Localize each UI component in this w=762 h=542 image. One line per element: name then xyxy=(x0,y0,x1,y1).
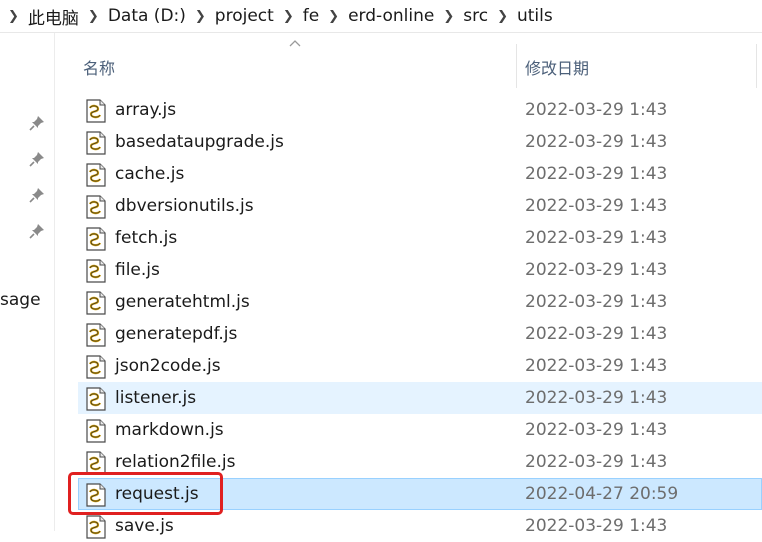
breadcrumb-fe[interactable]: fe xyxy=(303,6,319,26)
file-row[interactable]: markdown.js 2022-03-29 1:43 xyxy=(78,414,762,446)
js-file-icon xyxy=(86,195,106,219)
chevron-right-icon[interactable]: ❯ xyxy=(195,9,206,24)
file-modified-date: 2022-03-29 1:43 xyxy=(525,228,668,248)
file-row[interactable]: generatepdf.js 2022-03-29 1:43 xyxy=(78,318,762,350)
js-file-icon xyxy=(86,483,106,507)
column-name-header[interactable]: 名称 xyxy=(83,55,115,79)
pin-icon[interactable] xyxy=(28,114,46,132)
js-file-icon xyxy=(86,387,106,411)
file-name: save.js xyxy=(115,516,174,536)
js-file-icon xyxy=(86,355,106,379)
pin-icon[interactable] xyxy=(28,150,46,168)
pin-icon[interactable] xyxy=(28,222,46,240)
file-row[interactable]: save.js 2022-03-29 1:43 xyxy=(78,510,762,542)
column-header: 名称 修改日期 xyxy=(56,38,762,90)
file-modified-date: 2022-03-29 1:43 xyxy=(525,452,668,472)
js-file-icon xyxy=(86,451,106,475)
file-row[interactable]: file.js 2022-03-29 1:43 xyxy=(78,254,762,286)
js-file-icon xyxy=(86,323,106,347)
file-name: json2code.js xyxy=(115,356,221,376)
file-row[interactable]: json2code.js 2022-03-29 1:43 xyxy=(78,350,762,382)
js-file-icon xyxy=(86,259,106,283)
file-modified-date: 2022-03-29 1:43 xyxy=(525,516,668,536)
file-row[interactable]: generatehtml.js 2022-03-29 1:43 xyxy=(78,286,762,318)
file-row[interactable]: fetch.js 2022-03-29 1:43 xyxy=(78,222,762,254)
chevron-right-icon[interactable]: ❯ xyxy=(283,9,294,24)
file-name: generatepdf.js xyxy=(115,324,238,344)
file-name: relation2file.js xyxy=(115,452,236,472)
file-name: cache.js xyxy=(115,164,185,184)
file-name: generatehtml.js xyxy=(115,292,250,312)
js-file-icon xyxy=(86,227,106,251)
file-name: array.js xyxy=(115,100,177,120)
js-file-icon xyxy=(86,99,106,123)
js-file-icon xyxy=(86,515,106,539)
js-file-icon xyxy=(86,131,106,155)
chevron-right-icon[interactable]: ❯ xyxy=(88,9,99,24)
file-row[interactable]: request.js 2022-04-27 20:59 xyxy=(78,478,762,510)
file-modified-date: 2022-03-29 1:43 xyxy=(525,164,668,184)
file-modified-date: 2022-04-27 20:59 xyxy=(525,484,679,504)
breadcrumb-utils[interactable]: utils xyxy=(517,6,553,26)
file-modified-date: 2022-03-29 1:43 xyxy=(525,420,668,440)
chevron-right-icon[interactable]: ❯ xyxy=(328,9,339,24)
js-file-icon xyxy=(86,163,106,187)
nav-item-label[interactable]: sage xyxy=(0,290,41,310)
file-modified-date: 2022-03-29 1:43 xyxy=(525,260,668,280)
file-name: file.js xyxy=(115,260,160,280)
file-modified-date: 2022-03-29 1:43 xyxy=(525,196,668,216)
breadcrumb-project[interactable]: project xyxy=(215,6,274,26)
breadcrumb-erd-online[interactable]: erd-online xyxy=(348,6,434,26)
file-row[interactable]: cache.js 2022-03-29 1:43 xyxy=(78,158,762,190)
js-file-icon xyxy=(86,419,106,443)
js-file-icon xyxy=(86,291,106,315)
file-name: fetch.js xyxy=(115,228,178,248)
file-name: dbversionutils.js xyxy=(115,196,254,216)
file-name: basedataupgrade.js xyxy=(115,132,284,152)
file-row[interactable]: relation2file.js 2022-03-29 1:43 xyxy=(78,446,762,478)
file-row[interactable]: array.js 2022-03-29 1:43 xyxy=(78,94,762,126)
file-modified-date: 2022-03-29 1:43 xyxy=(525,132,668,152)
file-row[interactable]: listener.js 2022-03-29 1:43 xyxy=(78,382,762,414)
chevron-right-icon[interactable]: ❯ xyxy=(497,9,508,24)
file-name: listener.js xyxy=(115,388,197,408)
file-modified-date: 2022-03-29 1:43 xyxy=(525,388,668,408)
breadcrumb: ❯ 此电脑 ❯ Data (D:) ❯ project ❯ fe ❯ erd-o… xyxy=(0,0,762,33)
breadcrumb-this-pc[interactable]: 此电脑 xyxy=(28,4,79,29)
pin-icon[interactable] xyxy=(28,186,46,204)
file-modified-date: 2022-03-29 1:43 xyxy=(525,100,668,120)
file-modified-date: 2022-03-29 1:43 xyxy=(525,292,668,312)
file-name: request.js xyxy=(115,484,199,504)
column-divider[interactable] xyxy=(756,44,757,88)
sort-ascending-icon xyxy=(289,40,301,47)
file-row[interactable]: dbversionutils.js 2022-03-29 1:43 xyxy=(78,190,762,222)
file-row[interactable]: basedataupgrade.js 2022-03-29 1:43 xyxy=(78,126,762,158)
file-modified-date: 2022-03-29 1:43 xyxy=(525,324,668,344)
breadcrumb-src[interactable]: src xyxy=(463,6,488,26)
navigation-pane: sage xyxy=(0,33,55,531)
column-date-header[interactable]: 修改日期 xyxy=(525,55,589,79)
file-modified-date: 2022-03-29 1:43 xyxy=(525,356,668,376)
column-divider[interactable] xyxy=(516,44,517,88)
chevron-right-icon[interactable]: ❯ xyxy=(443,9,454,24)
file-name: markdown.js xyxy=(115,420,224,440)
breadcrumb-drive[interactable]: Data (D:) xyxy=(108,6,186,26)
chevron-right-icon[interactable]: ❯ xyxy=(8,9,19,24)
